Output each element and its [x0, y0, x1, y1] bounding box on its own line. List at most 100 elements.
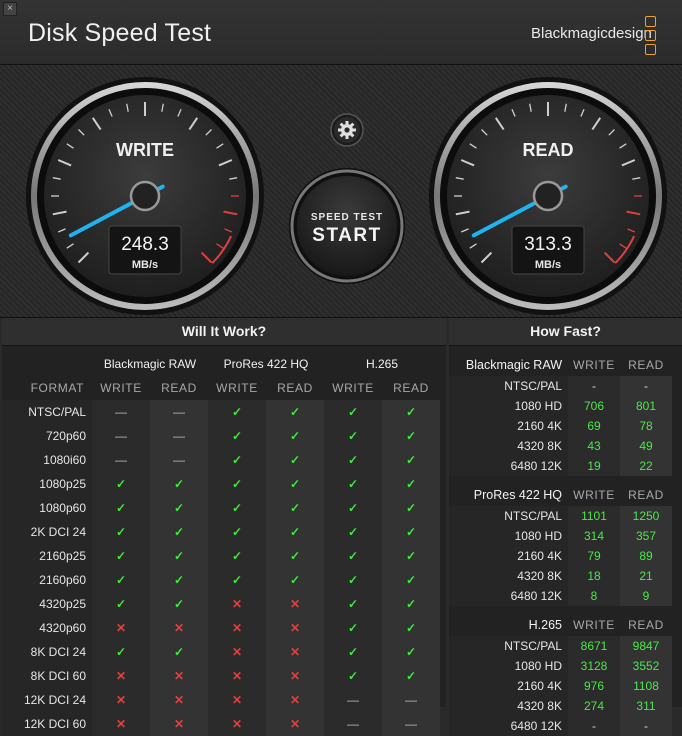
read-speed-cell: 49 [620, 436, 672, 456]
check-icon: ✓ [347, 573, 359, 587]
status-cell-no: ✕ [150, 688, 208, 712]
check-icon: ✓ [405, 525, 417, 539]
group-header-row: H.265 WRITE READ [449, 614, 672, 636]
start-button-label: START [312, 225, 381, 246]
write-speed-unit: MB/s [132, 259, 158, 271]
check-icon: ✓ [405, 501, 417, 515]
status-cell-ok: ✓ [324, 640, 382, 664]
dash-icon: — [405, 717, 417, 731]
read-speed-cell: 21 [620, 566, 672, 586]
format-label: 1080 HD [449, 526, 568, 546]
status-cell-na: — [382, 712, 440, 736]
check-icon: ✓ [231, 549, 243, 563]
check-icon: ✓ [289, 501, 301, 515]
table-row: NTSC/PAL 1101 1250 [449, 506, 672, 526]
write-speed-cell: 976 [568, 676, 620, 696]
close-icon[interactable]: × [3, 2, 17, 16]
check-icon: ✓ [231, 573, 243, 587]
table-row: 2160 4K 976 1108 [449, 676, 672, 696]
settings-gear-icon[interactable] [330, 113, 364, 147]
status-cell-ok: ✓ [92, 544, 150, 568]
status-cell-ok: ✓ [324, 472, 382, 496]
speed-test-start-button[interactable]: SPEED TEST START [287, 166, 407, 286]
status-cell-ok: ✓ [150, 472, 208, 496]
cross-icon: ✕ [231, 693, 243, 707]
status-cell-no: ✕ [92, 616, 150, 640]
format-label: 1080 HD [449, 396, 568, 416]
will-it-work-table: Blackmagic RAW ProRes 422 HQ H.265 FORMA… [2, 352, 440, 736]
format-label: 1080p25 [2, 472, 92, 496]
format-label: 4320 8K [449, 566, 568, 586]
status-cell-ok: ✓ [92, 472, 150, 496]
status-cell-ok: ✓ [208, 520, 266, 544]
check-icon: ✓ [289, 549, 301, 563]
sub-header-read: READ [161, 381, 197, 395]
status-cell-ok: ✓ [266, 568, 324, 592]
status-cell-ok: ✓ [266, 496, 324, 520]
write-speed-cell: 1101 [568, 506, 620, 526]
check-icon: ✓ [231, 525, 243, 539]
read-speed-cell: 9 [620, 586, 672, 606]
cross-icon: ✕ [115, 717, 127, 731]
status-cell-no: ✕ [266, 688, 324, 712]
status-cell-no: ✕ [266, 640, 324, 664]
check-icon: ✓ [173, 645, 185, 659]
cross-icon: ✕ [173, 693, 185, 707]
status-cell-ok: ✓ [382, 616, 440, 640]
check-icon: ✓ [115, 645, 127, 659]
format-label: 1080p60 [2, 496, 92, 520]
check-icon: ✓ [347, 453, 359, 467]
status-cell-no: ✕ [266, 712, 324, 736]
status-cell-ok: ✓ [150, 544, 208, 568]
format-label: NTSC/PAL [449, 506, 568, 526]
table-row: 6480 12K 19 22 [449, 456, 672, 476]
status-cell-ok: ✓ [382, 472, 440, 496]
sub-header-read: READ [628, 618, 664, 632]
status-cell-ok: ✓ [382, 520, 440, 544]
format-label: 8K DCI 60 [2, 664, 92, 688]
table-row: 2160 4K 79 89 [449, 546, 672, 566]
group-spacer [449, 606, 672, 614]
status-cell-no: ✕ [266, 592, 324, 616]
write-speed-cell: - [568, 716, 620, 736]
table-row: 2160p60 ✓ ✓ ✓ ✓ ✓ ✓ [2, 568, 440, 592]
check-icon: ✓ [115, 525, 127, 539]
read-speed-cell: 89 [620, 546, 672, 566]
format-label: 4320p60 [2, 616, 92, 640]
sub-header-read: READ [628, 488, 664, 502]
status-cell-no: ✕ [208, 592, 266, 616]
status-cell-na: — [92, 400, 150, 424]
status-cell-ok: ✓ [324, 424, 382, 448]
check-icon: ✓ [289, 453, 301, 467]
check-icon: ✓ [347, 525, 359, 539]
title-bar: × Disk Speed Test Blackmagicdesign [0, 0, 682, 65]
status-cell-ok: ✓ [266, 520, 324, 544]
read-speed-cell: 9847 [620, 636, 672, 656]
check-icon: ✓ [347, 669, 359, 683]
group-spacer [449, 476, 672, 484]
check-icon: ✓ [347, 621, 359, 635]
brand-name: Blackmagicdesign [531, 25, 652, 42]
format-label: 4320 8K [449, 436, 568, 456]
status-cell-ok: ✓ [324, 664, 382, 688]
write-speed-cell: 19 [568, 456, 620, 476]
status-cell-ok: ✓ [382, 496, 440, 520]
sub-header-read: READ [277, 381, 313, 395]
status-cell-ok: ✓ [92, 496, 150, 520]
status-cell-ok: ✓ [150, 640, 208, 664]
check-icon: ✓ [173, 597, 185, 611]
check-icon: ✓ [405, 573, 417, 587]
format-label: 2160p60 [2, 568, 92, 592]
cross-icon: ✕ [173, 621, 185, 635]
group-name: H.265 [528, 618, 562, 632]
status-cell-ok: ✓ [324, 400, 382, 424]
format-label: 2160 4K [449, 546, 568, 566]
format-label: 1080 HD [449, 656, 568, 676]
status-cell-na: — [150, 424, 208, 448]
check-icon: ✓ [173, 477, 185, 491]
read-speed-unit: MB/s [535, 259, 561, 271]
read-speed-cell: 1108 [620, 676, 672, 696]
status-cell-ok: ✓ [92, 568, 150, 592]
group-name: ProRes 422 HQ [473, 488, 562, 502]
check-icon: ✓ [289, 525, 301, 539]
